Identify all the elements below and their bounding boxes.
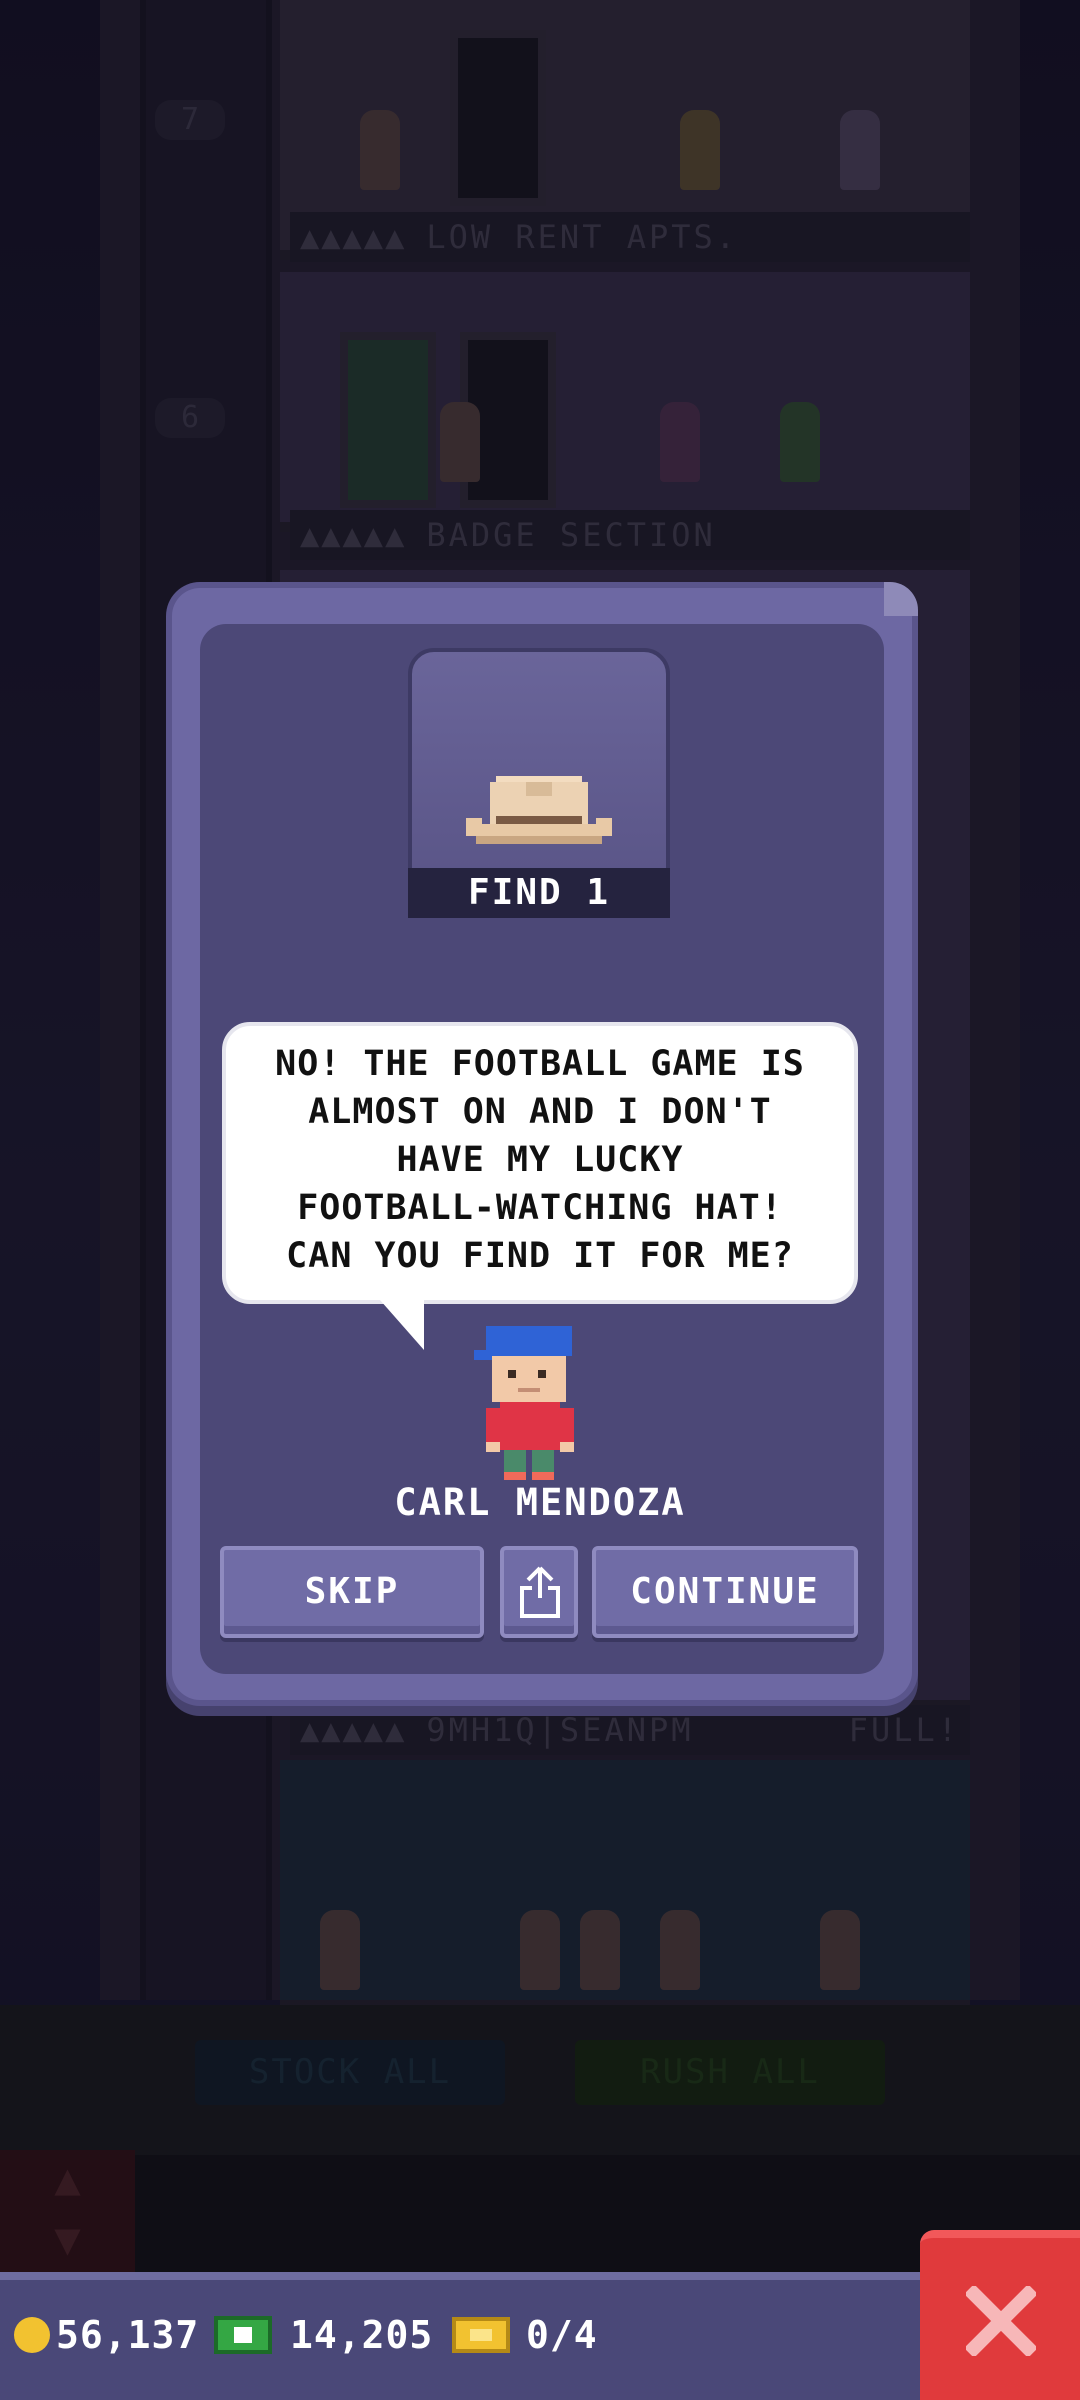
share-button[interactable] [500, 1546, 578, 1638]
speech-text: NO! THE FOOTBALL GAME IS ALMOST ON AND I… [275, 1044, 805, 1276]
coin-icon [14, 2317, 50, 2353]
game-screen: 7 6 ▲▲▲▲▲ LOW RENT APTS. ▲▲▲▲▲ BADGE SECTI… [0, 0, 1080, 2400]
skip-button[interactable]: SKIP [220, 1546, 484, 1638]
share-icon [520, 1566, 560, 1618]
character-name: CARL MENDOZA [394, 1481, 686, 1524]
ticket-icon [452, 2317, 510, 2353]
close-button[interactable] [920, 2230, 1080, 2400]
ticket-count: 0/4 [526, 2313, 598, 2357]
cowboy-hat-icon [466, 776, 612, 844]
close-icon [966, 2286, 1036, 2356]
continue-button[interactable]: CONTINUE [592, 1546, 858, 1638]
bux-count: 14,205 [290, 2313, 434, 2357]
coin-count: 56,137 [56, 2313, 200, 2357]
tower-bux-icon [214, 2316, 272, 2354]
speech-bubble-tail [380, 1300, 424, 1350]
item-caption: FIND 1 [408, 868, 670, 918]
character-carl-mendoza [474, 1326, 574, 1480]
